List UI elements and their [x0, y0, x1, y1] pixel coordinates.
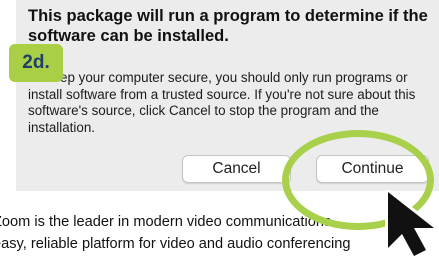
cancel-button[interactable]: Cancel [182, 155, 291, 183]
page-description: Zoom is the leader in modern video commu… [0, 211, 439, 255]
install-dialog: This package will run a program to deter… [16, 0, 439, 191]
step-badge: 2d. [9, 44, 63, 82]
page-text-line: easy, reliable platform for video and au… [0, 236, 351, 252]
dialog-message: To keep your computer secure, you should… [28, 70, 416, 135]
continue-button[interactable]: Continue [316, 155, 429, 183]
dialog-title: This package will run a program to deter… [28, 7, 428, 45]
page-text-line: Zoom is the leader in modern video commu… [0, 214, 332, 230]
